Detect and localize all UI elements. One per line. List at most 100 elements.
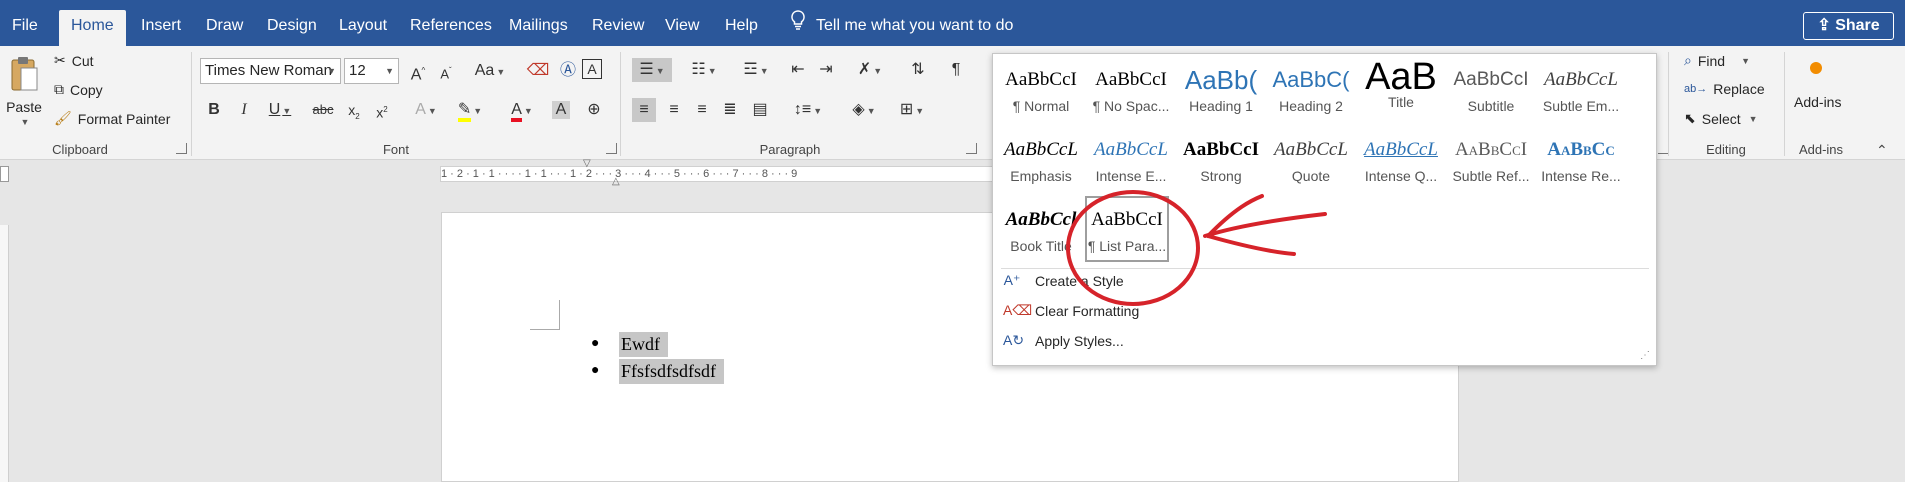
indent-marker-icon[interactable]: ▽ (583, 158, 591, 169)
style-name: Title (1388, 94, 1414, 110)
left-indent-marker-icon[interactable]: △ (612, 176, 620, 187)
cut-button[interactable]: ✂ Cut (54, 52, 94, 69)
find-button[interactable]: ⌕ Find ▼ (1684, 52, 1750, 69)
chevron-down-icon[interactable]: ▼ (327, 59, 336, 83)
copy-button[interactable]: ⧉ Copy (54, 81, 103, 98)
bold-icon[interactable]: B (202, 98, 226, 122)
asian-layout-icon[interactable]: ✗ ▼ (850, 58, 890, 82)
divider (1784, 52, 1785, 156)
style-intense-emphasis[interactable]: AaBbCcL Intense E... (1087, 128, 1175, 194)
style-preview: AaBbCcI (1005, 69, 1077, 90)
justify-icon[interactable]: ≣ (718, 98, 742, 122)
enclose-character-icon[interactable]: ⊕ (582, 98, 606, 122)
addins-button[interactable]: Add-ins (1794, 94, 1841, 110)
style-subtle-reference[interactable]: AaBbCcI Subtle Ref... (1447, 128, 1535, 194)
paragraph-launcher[interactable] (966, 143, 977, 154)
tab-design[interactable]: Design (255, 10, 329, 46)
align-left-icon[interactable]: ≡ (632, 98, 656, 122)
character-border-icon[interactable]: A (582, 59, 602, 79)
clear-formatting-icon[interactable]: ⌫ (526, 59, 550, 83)
grow-font-icon[interactable]: A^ (406, 59, 430, 83)
style-heading-1[interactable]: AaBb(Heading 1 (1177, 58, 1265, 124)
select-button[interactable]: ⬉ Select ▼ (1684, 110, 1758, 127)
list-item-text[interactable]: Ffsfsdfsdfsdf (619, 358, 725, 384)
addins-button-label: Add-ins (1794, 94, 1842, 110)
apply-styles-menu-item[interactable]: A↻ Apply Styles... (1003, 328, 1124, 354)
style-list-paragraph[interactable]: AaBbCcI ¶ List Para... (1085, 196, 1169, 262)
horizontal-ruler[interactable]: 1 · 2 · 1 · 1 · · · · 1 · 1 · · · 1 · 2 … (440, 166, 1000, 182)
change-case-icon[interactable]: Aa ▼ (472, 59, 508, 83)
decrease-indent-icon[interactable]: ⇤ (786, 58, 810, 82)
style-quote[interactable]: AaBbCcL Quote (1267, 128, 1355, 194)
subscript-icon[interactable]: x2 (342, 98, 366, 122)
tab-home[interactable]: Home (59, 10, 126, 46)
style-normal[interactable]: AaBbCcI ¶ Normal (997, 58, 1085, 124)
style-no-spacing[interactable]: AaBbCcI ¶ No Spac... (1087, 58, 1175, 124)
tell-me-box[interactable]: Tell me what you want to do (790, 10, 1013, 42)
tab-help[interactable]: Help (713, 10, 770, 46)
tab-selector[interactable] (0, 166, 9, 182)
show-marks-icon[interactable]: ¶ (944, 58, 968, 82)
numbering-icon[interactable]: ☷ ▼ (684, 58, 724, 82)
underline-icon[interactable]: U ▼ (262, 98, 298, 122)
tab-view[interactable]: View (653, 10, 711, 46)
phonetic-guide-icon[interactable]: Ⓐ (556, 59, 580, 83)
line-spacing-icon[interactable]: ↕≡ ▼ (788, 98, 828, 122)
align-center-icon[interactable]: ≡ (662, 98, 686, 122)
shading-icon[interactable]: ◈ ▼ (844, 98, 884, 122)
bullets-icon[interactable]: ☰ ▼ (632, 58, 672, 82)
style-strong[interactable]: AaBbCcI Strong (1177, 128, 1265, 194)
collapse-ribbon-icon[interactable]: ⌃ (1876, 142, 1888, 159)
chevron-down-icon[interactable]: ▼ (385, 59, 394, 83)
multilevel-list-icon[interactable]: ☲ ▼ (736, 58, 776, 82)
tab-review[interactable]: Review (580, 10, 656, 46)
tab-draw[interactable]: Draw (194, 10, 255, 46)
italic-icon[interactable]: I (232, 98, 256, 122)
vertical-ruler[interactable] (0, 225, 9, 482)
style-title[interactable]: AaB Title (1357, 54, 1445, 120)
addins-icon[interactable] (1810, 62, 1822, 74)
paste-button[interactable]: Paste ▼ (6, 54, 42, 127)
tab-insert[interactable]: Insert (129, 10, 193, 46)
tab-mailings[interactable]: Mailings (497, 10, 580, 46)
resize-grip-icon[interactable]: ⋰ (1640, 350, 1650, 361)
list-item[interactable]: ● Ffsfsdfsdfsdf (591, 358, 725, 384)
strikethrough-icon[interactable]: abc (310, 98, 336, 122)
tab-file[interactable]: File (0, 10, 50, 46)
list-item[interactable]: ● Ewdf (591, 331, 668, 357)
align-right-icon[interactable]: ≡ (690, 98, 714, 122)
create-style-menu-item[interactable]: A⁺ Create a Style (1003, 268, 1124, 294)
style-subtle-emphasis[interactable]: AaBbCcL Subtle Em... (1537, 58, 1625, 124)
increase-indent-icon[interactable]: ⇥ (814, 58, 838, 82)
style-emphasis[interactable]: AaBbCcL Emphasis (997, 128, 1085, 194)
sort-icon[interactable]: ⇅ (906, 58, 930, 82)
format-painter-button[interactable]: 🖌 Format Painter (54, 110, 170, 127)
tab-layout[interactable]: Layout (327, 10, 399, 46)
font-size-field[interactable]: 12 ▼ (344, 58, 399, 84)
clipboard-icon (9, 54, 39, 97)
search-icon: ⌕ (1684, 52, 1692, 68)
list-item-text[interactable]: Ewdf (619, 331, 668, 357)
borders-icon[interactable]: ⊞ ▼ (892, 98, 932, 122)
shrink-font-icon[interactable]: Aˇ (434, 59, 458, 83)
clipboard-launcher[interactable] (176, 143, 187, 154)
replace-button[interactable]: ab→ Replace (1684, 81, 1765, 97)
replace-label: Replace (1713, 81, 1765, 97)
style-intense-quote[interactable]: AaBbCcL Intense Q... (1357, 128, 1445, 194)
tab-references[interactable]: References (398, 10, 504, 46)
style-book-title[interactable]: AaBbCcl Book Title (997, 198, 1085, 264)
style-heading-2[interactable]: AaBbC(Heading 2 (1267, 58, 1355, 124)
share-button[interactable]: ⇪ Share (1803, 12, 1894, 40)
style-intense-reference[interactable]: AaBbCc Intense Re... (1537, 128, 1625, 194)
style-name: ¶ Normal (1012, 98, 1070, 114)
style-subtitle[interactable]: AaBbCcI Subtitle (1447, 58, 1535, 124)
superscript-icon[interactable]: x2 (370, 98, 394, 122)
text-effects-icon[interactable]: A ▼ (408, 98, 444, 122)
highlight-color-icon[interactable]: ✎ ▼ (452, 98, 488, 122)
font-launcher[interactable] (606, 143, 617, 154)
font-name-field[interactable]: Times New Roman ▼ (200, 58, 341, 84)
clear-formatting-menu-item[interactable]: A⌫ Clear Formatting (1003, 298, 1139, 324)
character-shading-icon[interactable]: A (552, 101, 570, 119)
font-color-icon[interactable]: A ▼ (504, 98, 540, 122)
distributed-icon[interactable]: ▤ (748, 98, 772, 122)
